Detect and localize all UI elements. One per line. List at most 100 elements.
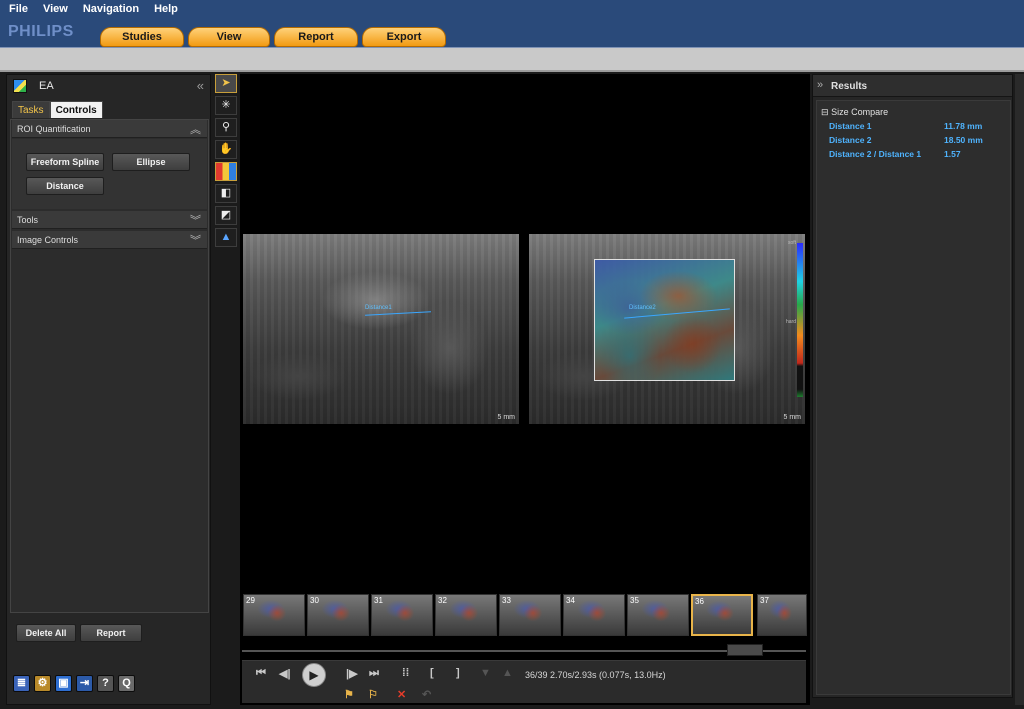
menu-help[interactable]: Help <box>145 0 184 18</box>
color-map-icon[interactable] <box>215 162 237 181</box>
menu-navigation[interactable]: Navigation <box>74 0 145 18</box>
results-title: Results <box>831 81 868 92</box>
colorbar-label-top: soft <box>788 240 797 246</box>
collapse-box-icon[interactable]: ⊟ <box>821 107 829 117</box>
size-compare-group[interactable]: ⊟ Size Compare <box>821 107 888 118</box>
next-frame-icon[interactable]: |▶ <box>346 667 358 680</box>
menu-file[interactable]: File <box>0 0 34 18</box>
panel-header: EA « <box>7 75 210 97</box>
result-value: 18.50 mm <box>944 135 983 145</box>
thumbnail[interactable]: 37 <box>757 594 807 636</box>
tab-controls[interactable]: Controls <box>49 101 103 118</box>
zoom-tool-icon[interactable]: ⚲ <box>215 118 237 137</box>
thumbnail[interactable]: 33 <box>499 594 561 636</box>
section-tools[interactable]: Tools ︾ <box>12 211 207 229</box>
thumbnail-number: 33 <box>502 596 511 605</box>
bottom-icon-bar: ≣ ⚙ ▣ ⇥ ? Q <box>13 675 135 692</box>
colorbar <box>797 243 803 397</box>
thumbnail[interactable]: 35 <box>627 594 689 636</box>
measure-triangle-icon[interactable]: ▲ <box>215 228 237 247</box>
thumbnail-number: 29 <box>246 596 255 605</box>
search-q-icon[interactable]: Q <box>118 675 135 692</box>
frame-status: 36/39 2.70s/2.93s (0.077s, 13.0Hz) <box>525 670 666 680</box>
distance-label-left: Distance1 <box>365 305 392 311</box>
distance-line-left[interactable] <box>365 311 431 316</box>
distance-button[interactable]: Distance <box>26 177 104 195</box>
section-tools-label: Tools <box>17 215 39 225</box>
playback-controls: ⏮ ◀| ▶ |▶ ⏭ ⁞⁞ [ ] ▼ ▲ 36/39 2.70s/2.93s… <box>242 660 806 703</box>
chevron-up-icon[interactable]: ︽ <box>190 121 201 137</box>
play-button[interactable]: ▶ <box>302 663 326 687</box>
contrast-icon[interactable]: ◩ <box>215 206 237 225</box>
application-icon <box>13 79 27 93</box>
thumbnail[interactable]: 32 <box>435 594 497 636</box>
thumbnail-number: 36 <box>695 597 704 606</box>
window-edge <box>1015 74 1024 705</box>
brand-logo: PHILIPS <box>8 23 74 40</box>
thumbnail[interactable]: 30 <box>307 594 369 636</box>
tab-report[interactable]: Report <box>274 27 358 47</box>
mark-end-icon[interactable]: ] <box>456 667 460 679</box>
menu-view[interactable]: View <box>34 0 74 18</box>
set-start-flag-icon[interactable]: ⚑ <box>344 688 354 701</box>
last-frame-icon[interactable]: ⏭ <box>369 667 379 680</box>
subtabs: Tasks Controls <box>12 101 103 118</box>
section-roi-quantification[interactable]: ROI Quantification ︽ <box>12 120 207 138</box>
result-value: 1.57 <box>944 149 961 159</box>
first-frame-icon[interactable]: ⏮ <box>256 667 266 680</box>
help-icon[interactable]: ? <box>97 675 114 692</box>
thumbnail[interactable]: 29 <box>243 594 305 636</box>
vertical-toolbar: ➤ ✳ ⚲ ✋ ◧ ◩ ▲ <box>214 74 238 252</box>
thumbnail-strip: 29 30 31 32 33 34 35 36 37 <box>240 592 810 638</box>
export-icon[interactable]: ⇥ <box>76 675 93 692</box>
delete-all-button[interactable]: Delete All <box>16 624 76 642</box>
timeline-handle[interactable] <box>727 644 763 656</box>
set-end-flag-icon[interactable]: ⚐ <box>368 688 378 701</box>
report-button[interactable]: Report <box>80 624 142 642</box>
tab-tasks[interactable]: Tasks <box>12 101 50 118</box>
pan-hand-icon[interactable]: ✋ <box>215 140 237 159</box>
list-icon[interactable]: ≣ <box>13 675 30 692</box>
undo-icon[interactable]: ↶ <box>422 688 431 701</box>
chevron-down-icon[interactable]: ︾ <box>190 232 201 248</box>
collapse-left-icon[interactable]: « <box>197 78 204 93</box>
thumbnail-number: 34 <box>566 596 575 605</box>
menu-bar: File View Navigation Help <box>0 0 184 18</box>
section-image-controls[interactable]: Image Controls ︾ <box>12 231 207 249</box>
ultrasound-image-right[interactable]: Distance2 5 mm <box>529 234 805 424</box>
tab-view[interactable]: View <box>188 27 270 47</box>
delete-x-icon[interactable]: ✕ <box>397 688 406 701</box>
size-compare-label: Size Compare <box>831 107 889 117</box>
result-value: 11.78 mm <box>944 121 983 131</box>
save-icon[interactable]: ▣ <box>55 675 72 692</box>
brightness-tool-icon[interactable]: ✳ <box>215 96 237 115</box>
freeform-spline-button[interactable]: Freeform Spline <box>26 153 104 171</box>
split-icon[interactable]: ⁞⁞ <box>402 667 409 679</box>
pointer-tool-icon[interactable]: ➤ <box>215 74 237 93</box>
layout-icon[interactable]: ◧ <box>215 184 237 203</box>
ellipse-button[interactable]: Ellipse <box>112 153 190 171</box>
ultrasound-image-left[interactable]: Distance1 5 mm <box>243 234 519 424</box>
bottom-button-area: Delete All Report <box>10 618 209 648</box>
elastography-overlay[interactable] <box>594 259 735 381</box>
tab-export[interactable]: Export <box>362 27 446 47</box>
arrow-up-icon[interactable]: ▲ <box>502 667 513 679</box>
expand-right-icon[interactable]: » <box>817 79 823 91</box>
arrow-down-icon[interactable]: ▼ <box>480 667 491 679</box>
tab-studies[interactable]: Studies <box>100 27 184 47</box>
panel-title: EA <box>39 80 54 92</box>
thumbnail[interactable]: 34 <box>563 594 625 636</box>
mark-start-icon[interactable]: [ <box>430 667 434 679</box>
section-roi-label: ROI Quantification <box>17 124 91 134</box>
thumbnail-number: 31 <box>374 596 383 605</box>
timeline-scrollbar[interactable] <box>242 642 806 659</box>
settings-gear-icon[interactable]: ⚙ <box>34 675 51 692</box>
scale-label-left: 5 mm <box>497 414 516 421</box>
prev-frame-icon[interactable]: ◀| <box>279 667 291 680</box>
section-image-controls-label: Image Controls <box>17 235 79 245</box>
thumbnail[interactable]: 31 <box>371 594 433 636</box>
thumbnail-selected[interactable]: 36 <box>691 594 753 636</box>
image-viewer[interactable]: Distance1 5 mm Distance2 5 mm soft hard … <box>240 74 810 705</box>
chevron-down-icon[interactable]: ︾ <box>190 212 201 228</box>
timeline-track[interactable] <box>242 650 806 652</box>
